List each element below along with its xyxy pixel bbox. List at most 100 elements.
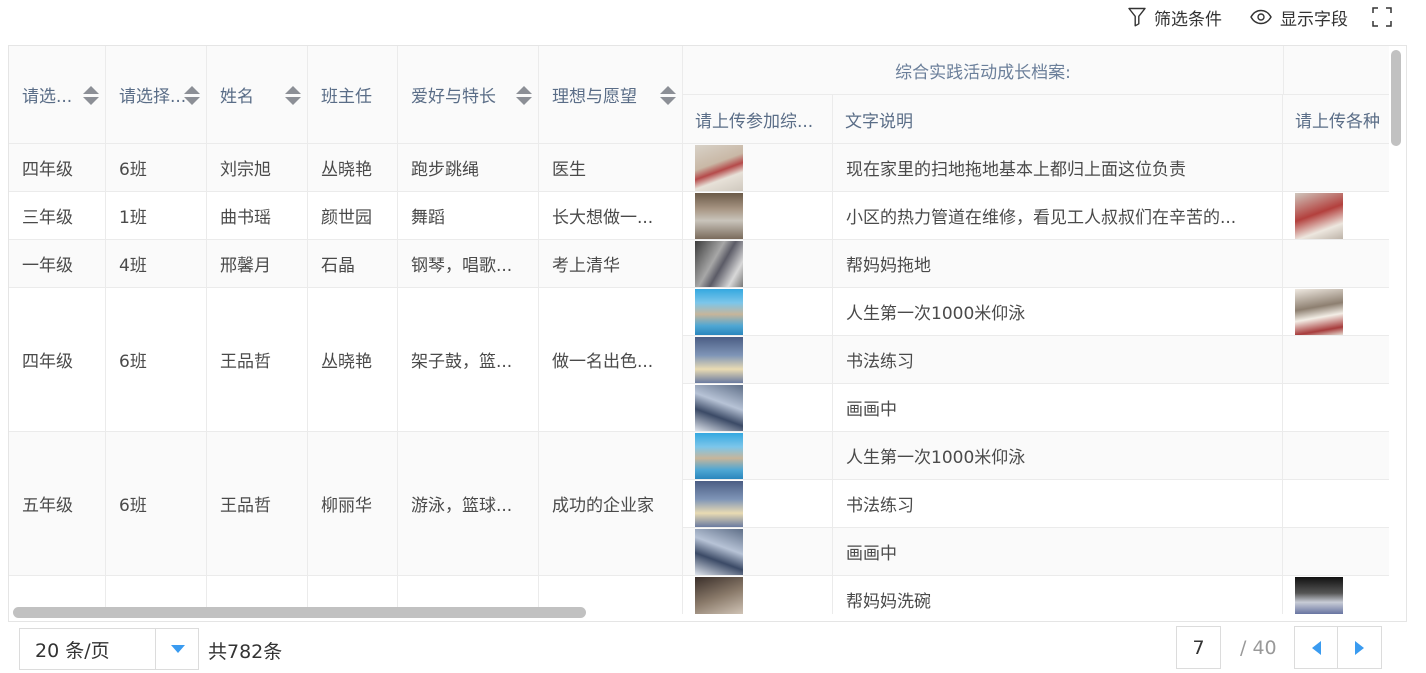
page-number-input[interactable]: 7 [1176, 626, 1221, 669]
column-header-upload[interactable]: 请上传各种 [1283, 95, 1389, 143]
cell-teacher: 石晶 [308, 240, 398, 288]
upload-thumbnail[interactable] [1295, 288, 1343, 335]
cell-ideal: 考上清华 [539, 240, 683, 288]
photo-thumbnail[interactable] [695, 528, 743, 575]
cell-hobby: 架子鼓，篮... [398, 288, 539, 432]
photo-thumbnail[interactable] [695, 336, 743, 383]
cell-name: 王品哲 [207, 432, 308, 576]
photo-thumbnail[interactable] [695, 480, 743, 527]
cell-upload [1283, 144, 1389, 192]
display-fields-button[interactable]: 显示字段 [1250, 6, 1348, 30]
cell-photo [683, 288, 833, 336]
cell-teacher: 颜世园 [308, 192, 398, 240]
cell-grade: 四年级 [9, 288, 106, 432]
cell-photo [683, 336, 833, 384]
sort-icon[interactable] [516, 86, 532, 106]
cell-photo [683, 384, 833, 432]
photo-thumbnail[interactable] [695, 192, 743, 239]
sort-icon[interactable] [660, 86, 676, 106]
photo-thumbnail[interactable] [695, 384, 743, 431]
filter-label: 筛选条件 [1154, 9, 1222, 30]
column-label: 班主任 [321, 87, 372, 107]
cell-description: 人生第一次1000米仰泳 [833, 432, 1283, 480]
pagination: 20 条/页 共782条 7 / 40 [8, 621, 1405, 673]
column-header-description[interactable]: 文字说明 [833, 95, 1283, 143]
total-count: 共782条 [208, 641, 283, 663]
column-header-hobby[interactable]: 爱好与特长 [398, 46, 539, 143]
cell-name: 王品哲 [207, 288, 308, 432]
table-body: 四年级 6班 刘宗旭 丛晓艳 跑步跳绳 医生 现在家里的扫地拖地基本上都归上面这… [9, 144, 1389, 614]
filter-button[interactable]: 筛选条件 [1128, 6, 1222, 30]
column-header-teacher[interactable]: 班主任 [308, 46, 398, 143]
data-table: 请选... 请选择... 姓名 班主任 爱好与特长 理想与愿望 综合实践活动成长… [8, 45, 1407, 622]
cell-ideal: 医生 [539, 144, 683, 192]
group-header-activity-archive: 综合实践活动成长档案: [683, 46, 1284, 95]
cell-upload [1283, 336, 1389, 384]
cell-photo [683, 432, 833, 480]
page-size-value: 20 条/页 [35, 639, 110, 662]
photo-thumbnail[interactable] [695, 144, 743, 191]
column-header-grade[interactable]: 请选... [9, 46, 106, 143]
column-label: 爱好与特长 [411, 87, 496, 107]
cell-grade: 三年级 [9, 192, 106, 240]
cell-description: 人生第一次1000米仰泳 [833, 288, 1283, 336]
cell-grade: 一年级 [9, 240, 106, 288]
cell-upload [1283, 576, 1389, 614]
cell-name: 曲书瑶 [207, 192, 308, 240]
photo-thumbnail[interactable] [695, 288, 743, 335]
caret-right-icon [1355, 640, 1364, 655]
cell-photo [683, 528, 833, 576]
column-label: 理想与愿望 [552, 87, 637, 107]
cell-photo [683, 576, 833, 614]
sort-icon[interactable] [285, 86, 301, 106]
cell-name: 邢馨月 [207, 240, 308, 288]
cell-hobby: 跑步跳绳 [398, 144, 539, 192]
cell-upload [1283, 384, 1389, 432]
photo-thumbnail[interactable] [695, 576, 743, 614]
cell-ideal: 成功的企业家 [539, 432, 683, 576]
upload-thumbnail[interactable] [1295, 192, 1343, 239]
sort-icon[interactable] [184, 86, 200, 106]
column-header-name[interactable]: 姓名 [207, 46, 308, 143]
cell-class: 6班 [106, 144, 207, 192]
cell-description: 画画中 [833, 528, 1283, 576]
vertical-scrollbar[interactable] [1391, 50, 1401, 146]
page-size-select[interactable]: 20 条/页 [19, 628, 199, 670]
cell-upload [1283, 480, 1389, 528]
next-page-button[interactable] [1338, 626, 1382, 669]
column-header-photo[interactable]: 请上传参加综... [683, 95, 833, 143]
column-header-ideal[interactable]: 理想与愿望 [539, 46, 683, 143]
cell-description: 书法练习 [833, 480, 1283, 528]
column-label: 姓名 [220, 87, 254, 107]
cell-hobby: 钢琴，唱歌... [398, 240, 539, 288]
cell-upload [1283, 192, 1389, 240]
cell-class: 1班 [106, 192, 207, 240]
horizontal-scrollbar[interactable] [13, 607, 586, 618]
fullscreen-button[interactable] [1372, 6, 1392, 28]
dropdown-toggle[interactable] [155, 629, 200, 669]
prev-page-button[interactable] [1294, 626, 1338, 669]
cell-photo [683, 192, 833, 240]
photo-thumbnail[interactable] [695, 240, 743, 287]
cell-hobby: 舞蹈 [398, 192, 539, 240]
cell-photo [683, 144, 833, 192]
toolbar: 筛选条件 显示字段 [0, 0, 1426, 36]
caret-down-icon [171, 645, 185, 653]
cell-photo [683, 480, 833, 528]
cell-hobby: 游泳，篮球... [398, 432, 539, 576]
cell-name: 刘宗旭 [207, 144, 308, 192]
cell-ideal: 做一名出色... [539, 288, 683, 432]
cell-description: 现在家里的扫地拖地基本上都归上面这位负责 [833, 144, 1283, 192]
cell-description: 书法练习 [833, 336, 1283, 384]
upload-thumbnail[interactable] [1295, 576, 1343, 614]
column-header-class[interactable]: 请选择... [106, 46, 207, 143]
cell-description: 画画中 [833, 384, 1283, 432]
cell-grade: 五年级 [9, 432, 106, 576]
photo-thumbnail[interactable] [695, 432, 743, 479]
sort-icon[interactable] [83, 86, 99, 106]
cell-class: 4班 [106, 240, 207, 288]
total-pages: / 40 [1240, 637, 1277, 659]
eye-icon [1250, 9, 1272, 25]
cell-grade: 四年级 [9, 144, 106, 192]
cell-ideal: 长大想做一... [539, 192, 683, 240]
